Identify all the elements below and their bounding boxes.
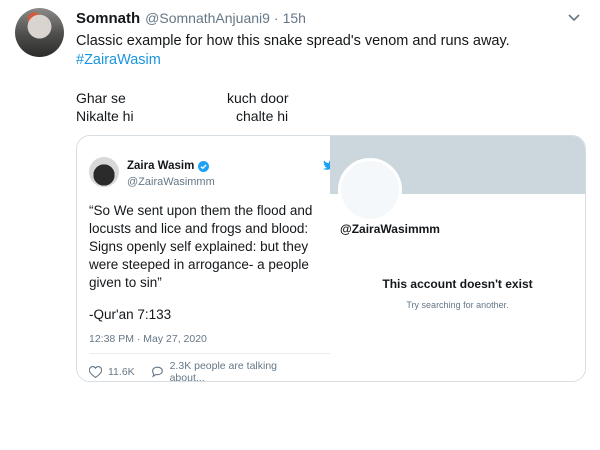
embedded-likes: 11.6K <box>89 366 135 378</box>
meme-left-line2: Nikalte hi <box>76 108 134 124</box>
meme-right-line2: chalte hi <box>236 108 289 124</box>
tweet-body: Classic example for how this snake sprea… <box>76 33 510 49</box>
embedded-tweet-screenshot: Zaira Wasim @ZairaWasimmm “So We sent up… <box>77 136 335 382</box>
search-hint: Try searching for another. <box>406 300 509 310</box>
meme-caption-right: kuch door chalte hi <box>227 89 288 125</box>
embedded-stats: 11.6K 2.3K people are talking about... <box>89 360 330 382</box>
meme-left-line1: Ghar se <box>76 90 126 106</box>
separator-dot: · <box>273 10 279 26</box>
tweet-header: Somnath @SomnathAnjuani9 · 15h <box>76 10 580 30</box>
meme-right-line1: kuch door <box>227 90 289 106</box>
profile-handle: @ZairaWasimmm <box>340 222 440 236</box>
display-name[interactable]: Somnath <box>76 10 140 27</box>
embedded-tweet-text: “So We sent upon them the flood and locu… <box>89 203 313 290</box>
tweet-text: Classic example for how this snake sprea… <box>76 32 576 70</box>
meme-caption-left: Ghar se Nikalte hi <box>76 89 134 125</box>
embedded-name-text: Zaira Wasim <box>127 160 195 172</box>
talking-count: 2.3K people are talking about... <box>169 360 278 382</box>
tweet-time[interactable]: 15h <box>283 10 306 26</box>
embedded-handle: @ZairaWasimmm <box>127 176 215 188</box>
embedded-divider <box>89 353 330 354</box>
tweet-media[interactable]: Zaira Wasim @ZairaWasimmm “So We sent up… <box>76 135 586 382</box>
embedded-reference: -Qur'an 7:133 <box>89 307 172 322</box>
heart-icon <box>89 366 102 378</box>
embedded-name: Zaira Wasim <box>127 160 210 172</box>
verified-badge-icon <box>198 160 210 172</box>
comment-icon <box>151 366 163 378</box>
profile-avatar <box>338 158 402 222</box>
likes-count: 11.6K <box>108 366 135 378</box>
embedded-timestamp: 12:38 PM · May 27, 2020 <box>89 333 207 345</box>
account-status: This account doesn't exist <box>382 277 533 291</box>
user-avatar[interactable] <box>15 8 64 57</box>
embedded-talking: 2.3K people are talking about... <box>151 360 314 382</box>
embedded-profile-screenshot: @ZairaWasimmm This account doesn't exist… <box>330 136 585 381</box>
chevron-down-icon[interactable] <box>566 12 582 24</box>
user-handle[interactable]: @SomnathAnjuani9 <box>145 10 270 26</box>
embedded-avatar <box>89 157 119 187</box>
hashtag-link[interactable]: #ZairaWasim <box>76 51 576 70</box>
